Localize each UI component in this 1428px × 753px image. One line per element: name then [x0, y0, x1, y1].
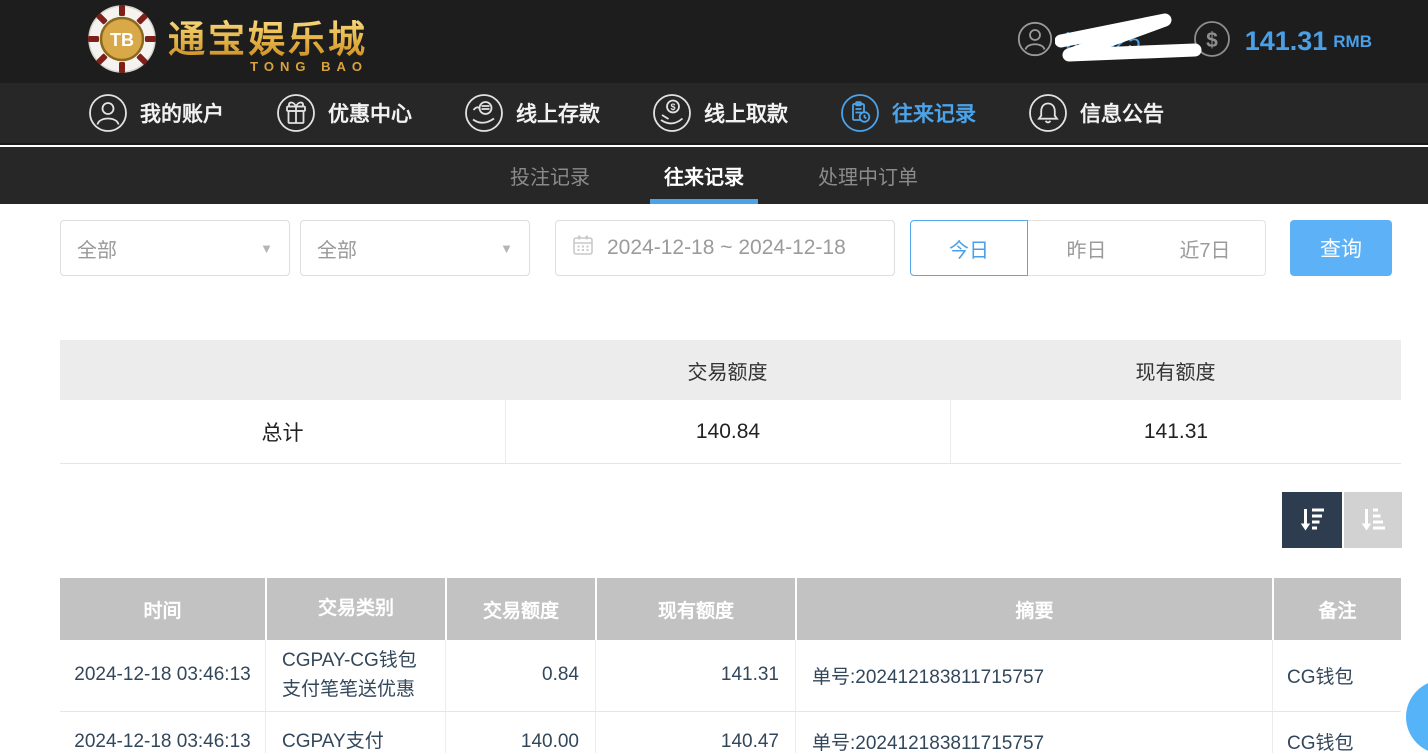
svg-text:$: $	[1206, 29, 1218, 52]
cell-time: 2024-12-18 03:46:13	[60, 712, 265, 753]
page: TB 通宝娱乐城 TONG BAO bc7325	[0, 0, 1428, 753]
records-table: 时间 交易类别 交易额度 现有额度 摘要 备注 2024-12-18 03:46…	[60, 578, 1401, 753]
date-range-value: 2024-12-18 ~ 2024-12-18	[607, 236, 846, 260]
sort-descending-icon	[1297, 505, 1327, 535]
logo-title: 通宝娱乐城	[168, 9, 368, 63]
cell-note: CG钱包	[1272, 640, 1401, 711]
floating-service-button[interactable]	[1406, 680, 1428, 753]
header-time: 时间	[60, 578, 265, 640]
cell-time: 2024-12-18 03:46:13	[60, 640, 265, 711]
bell-icon	[1028, 93, 1068, 133]
nav-label: 线上存款	[516, 98, 600, 128]
record-subtabs: 投注记录 往来记录 处理中订单	[0, 147, 1428, 204]
nav-item-my-account[interactable]: 我的账户	[88, 93, 224, 133]
nav-item-records[interactable]: 往来记录	[840, 93, 976, 133]
user-icon	[88, 93, 128, 133]
records-table-header: 时间 交易类别 交易额度 现有额度 摘要 备注	[60, 578, 1401, 640]
svg-text:$: $	[670, 102, 675, 112]
balance-amount: 141.31	[1245, 26, 1328, 57]
sort-ascending-icon	[1358, 505, 1388, 535]
nav-label: 线上取款	[704, 98, 788, 128]
nav-item-promotions[interactable]: 优惠中心	[276, 93, 412, 133]
top-header: TB 通宝娱乐城 TONG BAO bc7325	[0, 0, 1428, 83]
site-logo[interactable]: TB 通宝娱乐城 TONG BAO	[86, 3, 368, 80]
total-label: 总计	[60, 417, 505, 447]
account-chip[interactable]: bc7325	[1017, 21, 1140, 62]
deposit-icon	[464, 93, 504, 133]
cell-summary: 单号:202412183811715757	[795, 640, 1272, 711]
cell-type: CGPAY-CG钱包支付笔笔送优惠	[265, 640, 445, 711]
category-select-1[interactable]: 全部 ▼	[60, 220, 290, 276]
nav-item-announcements[interactable]: 信息公告	[1028, 93, 1164, 133]
tab-betting-records[interactable]: 投注记录	[502, 147, 598, 204]
tab-transaction-records[interactable]: 往来记录	[656, 147, 752, 204]
tab-processing-orders[interactable]: 处理中订单	[810, 147, 926, 204]
dollar-coin-icon: $	[1193, 20, 1231, 63]
today-button[interactable]: 今日	[910, 220, 1028, 276]
cell-note: CG钱包	[1272, 712, 1401, 753]
withdraw-icon: $	[652, 93, 692, 133]
header-summary: 摘要	[795, 578, 1272, 640]
poker-chip-icon: TB	[86, 3, 158, 80]
cell-amount: 140.00	[445, 712, 595, 753]
gift-icon	[276, 93, 316, 133]
currency-label: RMB	[1333, 32, 1372, 52]
total-balance: 141.31	[950, 400, 1401, 463]
summary-header-amount: 交易额度	[505, 356, 950, 385]
header-balance: 现有额度	[595, 578, 795, 640]
summary-table: 交易额度 现有额度 总计 140.84 141.31	[60, 340, 1401, 464]
main-nav: 我的账户 优惠中心	[0, 83, 1428, 145]
summary-table-header: 交易额度 现有额度	[60, 340, 1401, 400]
select-value: 全部	[317, 234, 357, 263]
summary-header-balance: 现有额度	[950, 356, 1401, 385]
last7days-button[interactable]: 近7日	[1145, 220, 1266, 276]
cell-summary: 单号:202412183811715757	[795, 712, 1272, 753]
sort-ascending-button[interactable]	[1344, 492, 1402, 548]
chevron-down-icon: ▼	[260, 241, 273, 256]
summary-total-row: 总计 140.84 141.31	[60, 400, 1401, 464]
total-amount: 140.84	[505, 400, 950, 463]
cell-balance: 140.47	[595, 712, 795, 753]
yesterday-button[interactable]: 昨日	[1027, 220, 1146, 276]
nav-item-deposit[interactable]: 线上存款	[464, 93, 600, 133]
chevron-down-icon: ▼	[500, 241, 513, 256]
sort-descending-button[interactable]	[1282, 492, 1342, 548]
cell-amount: 0.84	[445, 640, 595, 711]
chip-label: TB	[110, 30, 134, 50]
nav-label: 信息公告	[1080, 98, 1164, 128]
calendar-icon	[572, 234, 594, 262]
user-icon	[1017, 21, 1053, 62]
search-button[interactable]: 查询	[1290, 220, 1392, 276]
table-row: 2024-12-18 03:46:13 CGPAY-CG钱包支付笔笔送优惠 0.…	[60, 640, 1401, 712]
table-row: 2024-12-18 03:46:13 CGPAY支付 140.00 140.4…	[60, 712, 1401, 753]
cell-balance: 141.31	[595, 640, 795, 711]
logo-subtitle: TONG BAO	[168, 59, 368, 74]
select-value: 全部	[77, 234, 117, 263]
nav-item-withdraw[interactable]: $ 线上取款	[652, 93, 788, 133]
records-icon	[840, 93, 880, 133]
nav-label: 优惠中心	[328, 98, 412, 128]
nav-label: 我的账户	[140, 98, 224, 128]
date-range-input[interactable]: 2024-12-18 ~ 2024-12-18	[555, 220, 895, 276]
username-redacted: bc7325	[1065, 28, 1140, 55]
header-amount: 交易额度	[445, 578, 595, 640]
nav-label: 往来记录	[892, 98, 976, 128]
cell-type: CGPAY支付	[265, 712, 445, 753]
header-note: 备注	[1272, 578, 1401, 640]
header-type: 交易类别	[265, 578, 445, 640]
balance-chip[interactable]: $ 141.31 RMB	[1193, 20, 1372, 63]
category-select-2[interactable]: 全部 ▼	[300, 220, 530, 276]
